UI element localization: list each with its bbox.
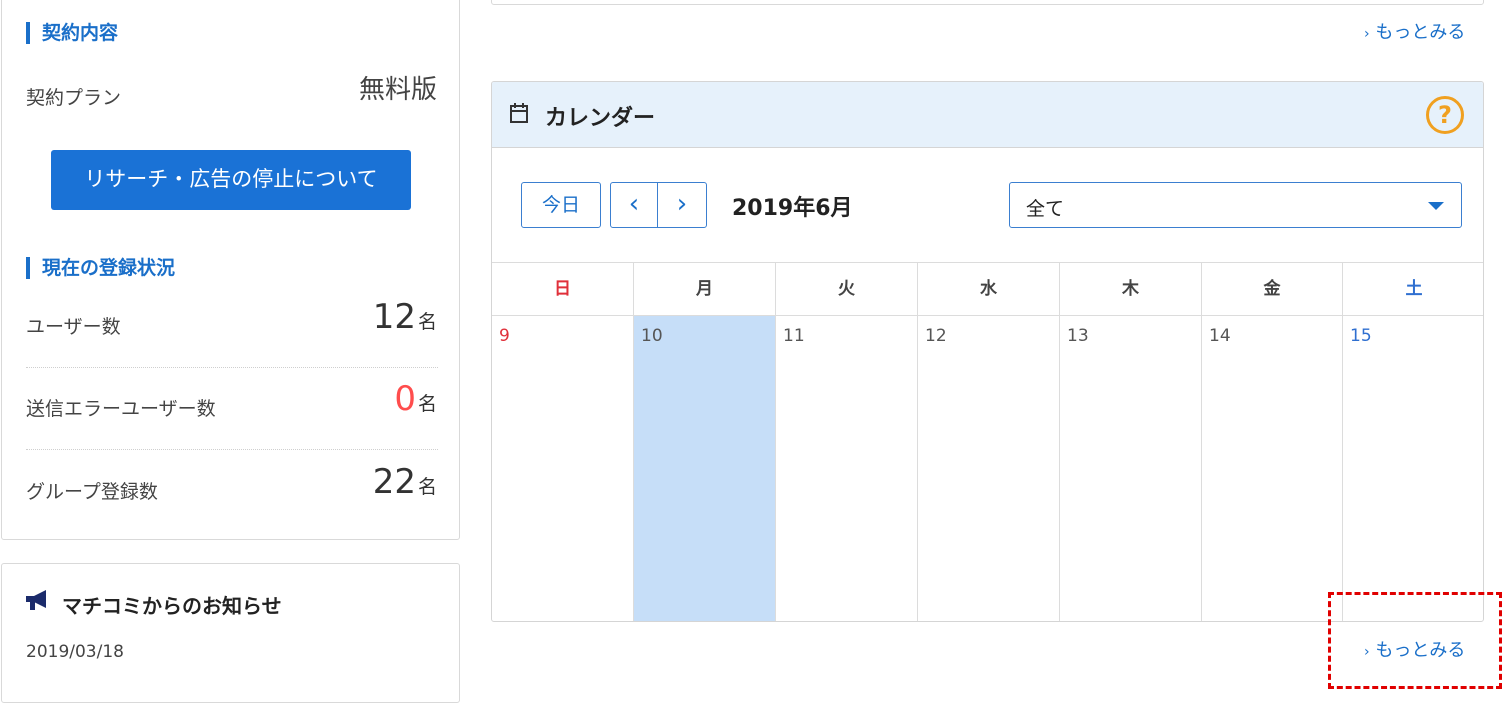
highlight-annotation-box [1328,592,1502,689]
user-count-number: 12 [372,297,416,337]
calendar-icon [509,102,529,128]
filter-selected-value: 全て [1026,198,1065,220]
group-count-value: 22 名 [373,462,437,502]
news-panel: マチコミからのお知らせ 2019/03/18 [1,563,460,703]
chevron-right-icon: › [676,189,688,219]
unit-label: 名 [417,393,437,415]
today-button[interactable]: 今日 [521,182,601,228]
calendar-panel: カレンダー ? 今日 ‹ › 2019年6月 全て 日 月 火 水 木 金 土 … [491,81,1484,622]
weekday-sat: 土 [1343,262,1483,316]
calendar-filter-select[interactable]: 全て [1009,182,1462,228]
weekday-wed: 水 [918,262,1060,316]
next-month-button[interactable]: › [657,182,707,228]
chevron-right-icon: › [1364,26,1370,42]
chevron-down-icon [1428,202,1444,210]
day-cell-14[interactable]: 14 [1202,316,1343,621]
day-cell-10-today[interactable]: 10 [634,316,776,621]
news-heading: マチコミからのお知らせ [62,594,282,618]
day-cell-15[interactable]: 15 [1343,316,1483,621]
megaphone-icon [24,588,52,616]
error-user-count-number: 0 [394,379,416,419]
chevron-left-icon: ‹ [628,189,640,219]
account-summary-panel: 契約内容 契約プラン 無料版 リサーチ・広告の停止について 現在の登録状況 ユー… [1,0,460,540]
plan-value: 無料版 [358,75,437,105]
day-cell-13[interactable]: 13 [1060,316,1202,621]
prev-month-button[interactable]: ‹ [610,182,658,228]
calendar-title: カレンダー [545,106,656,131]
weekday-tue: 火 [776,262,918,316]
error-user-count-label: 送信エラーユーザー数 [26,398,216,420]
research-ad-stop-button[interactable]: リサーチ・広告の停止について [51,150,411,210]
news-date: 2019/03/18 [26,642,124,662]
weekday-mon: 月 [634,262,776,316]
day-cell-11[interactable]: 11 [776,316,918,621]
divider [26,449,438,450]
top-panel-edge [491,0,1484,5]
user-count-label: ユーザー数 [26,316,121,338]
unit-label: 名 [417,311,437,333]
group-count-label: グループ登録数 [26,481,158,503]
more-link-top[interactable]: › もっとみる [1364,18,1465,44]
divider [26,367,438,368]
more-link-label: もっとみる [1375,22,1466,43]
plan-label: 契約プラン [26,87,122,109]
day-cell-9[interactable]: 9 [492,316,634,621]
help-icon[interactable]: ? [1426,96,1464,134]
unit-label: 名 [417,476,437,498]
error-user-count-value: 0名 [394,379,437,419]
calendar-header: カレンダー ? [492,82,1483,148]
contract-heading: 契約内容 [26,22,118,44]
user-count-value: 12 名 [373,297,437,337]
registration-heading: 現在の登録状況 [26,257,175,279]
weekday-fri: 金 [1202,262,1343,316]
day-cell-12[interactable]: 12 [918,316,1060,621]
weekday-thu: 木 [1060,262,1202,316]
current-month: 2019年6月 [732,196,853,221]
weekday-sun: 日 [492,262,634,316]
group-count-number: 22 [372,462,416,502]
